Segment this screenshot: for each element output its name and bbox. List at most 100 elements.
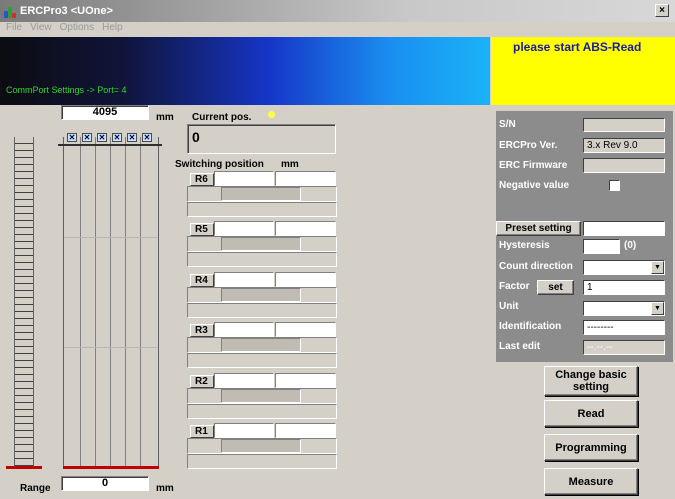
range-input[interactable]: 0: [61, 476, 149, 491]
r5-value2-input[interactable]: [275, 221, 336, 236]
unit-select[interactable]: ▼: [583, 301, 665, 316]
r1-value-input[interactable]: [214, 423, 274, 438]
scale-top-unit: mm: [156, 112, 174, 123]
current-pos-label: Current pos.: [192, 112, 252, 123]
bar-marker-icon: ✕: [67, 133, 77, 142]
measure-button[interactable]: Measure: [544, 468, 638, 495]
switch-group-r6: R6: [187, 171, 337, 217]
erc-firmware-field: [583, 158, 665, 173]
r3-range-bar: [221, 338, 301, 352]
menu-view[interactable]: View: [30, 22, 52, 37]
r5-bottom-row: [187, 252, 337, 267]
ercpro-ver-label: ERCPro Ver.: [499, 140, 558, 151]
change-basic-setting-button[interactable]: Change basic setting: [544, 366, 638, 396]
count-direction-select[interactable]: ▼: [583, 260, 665, 275]
r2-value-input[interactable]: [214, 373, 274, 388]
r3-value-input[interactable]: [214, 322, 274, 337]
switch-bars: [63, 137, 159, 467]
r2-label: R2: [190, 375, 214, 388]
hysteresis-suffix: (0): [624, 240, 637, 251]
app-icon: [4, 5, 17, 18]
title-bar: ERCPro3 <UOne> ×: [0, 0, 675, 22]
factor-input[interactable]: 1: [583, 280, 665, 295]
negative-value-checkbox[interactable]: [609, 180, 620, 191]
r1-bottom-row: [187, 454, 337, 469]
r4-value-input[interactable]: [214, 272, 274, 287]
bar-marker-icon: ✕: [142, 133, 152, 142]
range-label: Range: [20, 483, 51, 494]
erc-firmware-label: ERC Firmware: [499, 160, 568, 171]
switch-group-r4: R4: [187, 272, 337, 318]
r1-label: R1: [190, 425, 214, 438]
range-line-right: [63, 466, 159, 469]
menu-bar: File View Options Help: [0, 22, 675, 37]
last-edit-value: --.--.--: [583, 340, 665, 355]
switch-group-r5: R5: [187, 221, 337, 267]
switch-group-r2: R2: [187, 373, 337, 419]
range-unit: mm: [156, 483, 174, 494]
read-button[interactable]: Read: [544, 400, 638, 427]
hysteresis-label: Hysteresis: [499, 240, 550, 251]
r4-range-bar: [221, 288, 301, 302]
device-info-panel: S/N ERCPro Ver. 3.x Rev 9.0 ERC Firmware…: [496, 111, 673, 362]
r4-value2-input[interactable]: [275, 272, 336, 287]
scale-top-input[interactable]: 4095: [61, 105, 149, 120]
r4-bottom-row: [187, 303, 337, 318]
sn-field: [583, 118, 665, 132]
status-indicator-icon: [268, 111, 275, 118]
r2-bottom-row: [187, 404, 337, 419]
r2-value2-input[interactable]: [275, 373, 336, 388]
sn-label: S/N: [499, 119, 516, 130]
r6-value-input[interactable]: [214, 171, 274, 186]
identification-input[interactable]: --------: [583, 320, 665, 335]
r3-bottom-row: [187, 353, 337, 368]
switching-position-unit: mm: [281, 159, 299, 170]
r6-bottom-row: [187, 202, 337, 217]
window-title: ERCPro3 <UOne>: [20, 5, 113, 17]
comm-port-status: CommPort Settings -> Port= 4: [6, 85, 127, 95]
status-message-box: please start ABS-Read: [491, 37, 675, 105]
r3-label: R3: [190, 324, 214, 337]
bar-marker-icon: ✕: [97, 133, 107, 142]
status-message: please start ABS-Read: [513, 40, 642, 54]
menu-file[interactable]: File: [6, 22, 22, 37]
switch-group-r1: R1: [187, 423, 337, 469]
r5-label: R5: [190, 223, 214, 236]
count-direction-label: Count direction: [499, 261, 573, 272]
r1-value2-input[interactable]: [275, 423, 336, 438]
bar-marker-icon: ✕: [82, 133, 92, 142]
factor-set-button[interactable]: set: [537, 280, 574, 295]
r5-value-input[interactable]: [214, 221, 274, 236]
chevron-down-icon[interactable]: ▼: [651, 302, 664, 315]
identification-label: Identification: [499, 321, 562, 332]
negative-value-label: Negative value: [499, 180, 570, 191]
switch-group-r3: R3: [187, 322, 337, 368]
bars-top-line: [58, 144, 162, 146]
r6-label: R6: [190, 173, 214, 186]
r1-range-bar: [221, 439, 301, 453]
bar-marker-icon: ✕: [112, 133, 122, 142]
factor-label: Factor: [499, 281, 530, 292]
unit-label: Unit: [499, 301, 519, 312]
r3-value2-input[interactable]: [275, 322, 336, 337]
close-button[interactable]: ×: [655, 4, 669, 17]
last-edit-label: Last edit: [499, 341, 541, 352]
menu-options[interactable]: Options: [60, 22, 94, 37]
programming-button[interactable]: Programming: [544, 434, 638, 461]
position-scale: [14, 137, 34, 467]
hysteresis-input[interactable]: [583, 239, 620, 254]
range-line-left: [6, 466, 42, 469]
banner: CommPort Settings -> Port= 4: [0, 37, 490, 105]
preset-setting-button[interactable]: Preset setting: [496, 221, 581, 236]
r6-value2-input[interactable]: [275, 171, 336, 186]
menu-help[interactable]: Help: [102, 22, 123, 37]
ercpro-ver-value: 3.x Rev 9.0: [583, 138, 665, 153]
bar-marker-icon: ✕: [127, 133, 137, 142]
r4-label: R4: [190, 274, 214, 287]
r6-range-bar: [221, 187, 301, 201]
r2-range-bar: [221, 389, 301, 403]
preset-setting-field[interactable]: [583, 221, 665, 236]
current-pos-value: 0: [187, 124, 336, 154]
r5-range-bar: [221, 237, 301, 251]
chevron-down-icon[interactable]: ▼: [651, 261, 664, 274]
